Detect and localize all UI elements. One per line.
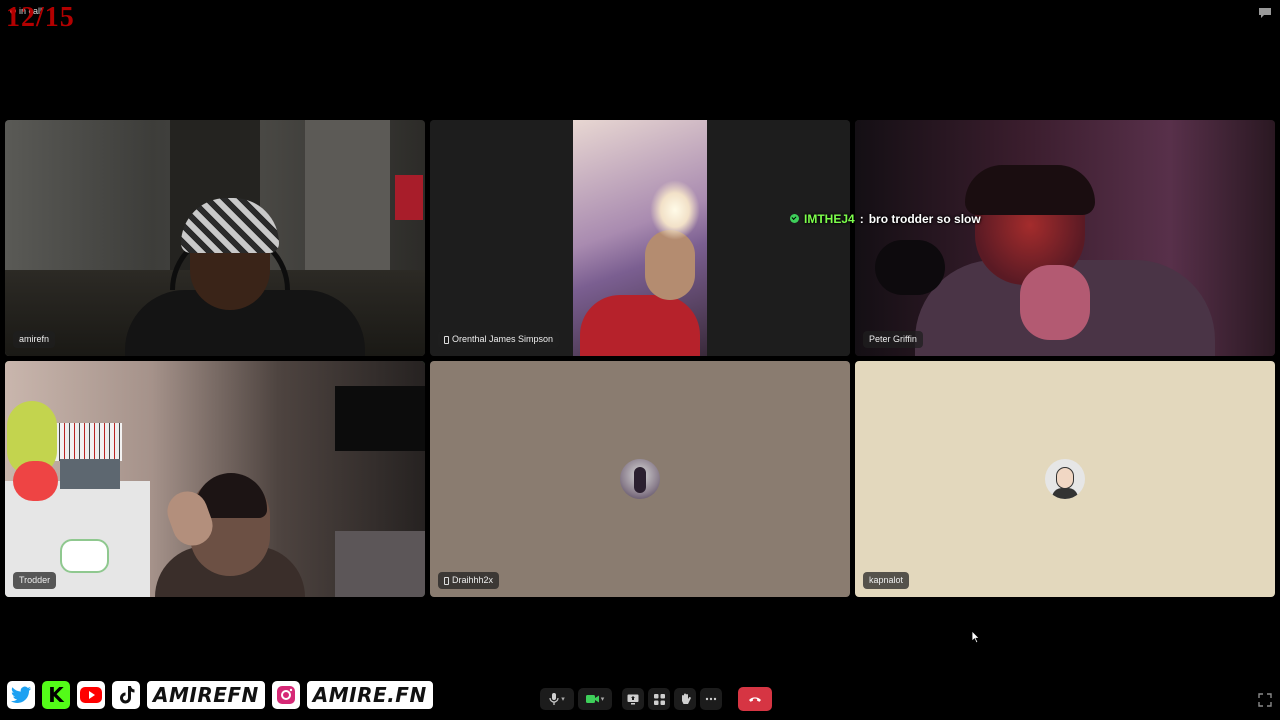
tiktok-icon: [110, 679, 142, 711]
participant-name-tag: Orenthal James Simpson: [438, 331, 560, 348]
video-feed-detail: [60, 459, 120, 489]
participant-name: kapnalot: [869, 575, 904, 585]
microphone-button[interactable]: ▾: [540, 688, 574, 710]
fullscreen-icon[interactable]: [1258, 693, 1272, 707]
participant-avatar: [1045, 459, 1085, 499]
video-feed-detail: [335, 386, 425, 451]
end-call-icon: [749, 697, 761, 702]
participant-name: Trodder: [19, 575, 51, 585]
more-options-icon: [705, 697, 717, 701]
video-feed-person: [1020, 265, 1090, 340]
participant-name-tag: Draihhh2x: [438, 572, 500, 589]
camera-icon: [585, 695, 599, 703]
participant-tile-peter-griffin[interactable]: Peter Griffin: [855, 120, 1275, 356]
participant-name: Peter Griffin: [869, 334, 917, 344]
microphone-icon: [549, 693, 559, 705]
video-feed-detail: [335, 531, 425, 597]
participant-tile-trodder[interactable]: Trodder: [5, 361, 425, 597]
chevron-down-icon[interactable]: ▾: [561, 695, 565, 703]
social-banner: K AMIREFN AMIRE.FN: [5, 677, 435, 713]
raise-hand-icon: [681, 693, 691, 704]
counter-overlay: 12/15: [6, 2, 75, 33]
participant-name: Draihhh2x: [452, 575, 494, 585]
social-handle-primary: AMIREFN: [145, 679, 267, 711]
participant-tile-kapnalot[interactable]: kapnalot: [855, 361, 1275, 597]
chat-overlay-message: IMTHEJ4 : bro trodder so slow: [790, 209, 981, 228]
instagram-icon: [269, 679, 302, 711]
chat-message-text: bro trodder so slow: [868, 211, 981, 226]
participant-name: amirefn: [19, 334, 50, 344]
twitter-icon: [5, 679, 37, 711]
participant-name: Orenthal James Simpson: [452, 334, 554, 344]
participant-name-tag: Trodder: [13, 572, 57, 589]
video-feed-detail: [305, 120, 390, 290]
chevron-down-icon[interactable]: ▾: [601, 695, 605, 703]
end-call-button[interactable]: [738, 687, 772, 711]
social-handle-instagram: AMIRE.FN: [304, 679, 435, 711]
screen-share-icon: [627, 694, 639, 704]
participant-tile-orenthal[interactable]: Orenthal James Simpson: [430, 120, 850, 356]
video-feed-detail: [60, 539, 109, 573]
kick-icon: K: [40, 679, 72, 711]
verified-badge-icon: [790, 214, 799, 223]
call-controls-bar: ▾ ▾: [540, 687, 772, 711]
apps-button[interactable]: [648, 688, 670, 710]
participant-name-tag: kapnalot: [863, 572, 910, 589]
chat-separator: :: [859, 211, 864, 226]
video-feed-detail: [13, 461, 58, 501]
apps-icon: [653, 693, 665, 705]
participant-name-tag: Peter Griffin: [863, 331, 923, 348]
raise-hand-button[interactable]: [674, 688, 696, 710]
participant-name-tag: amirefn: [13, 331, 56, 348]
video-feed-light: [650, 180, 700, 240]
more-options-button[interactable]: [700, 688, 722, 710]
youtube-icon: [75, 679, 107, 711]
mobile-phone-icon: [444, 335, 449, 344]
chat-bubble-icon[interactable]: [1258, 6, 1272, 18]
participant-avatar: [620, 459, 660, 499]
video-feed-detail: [50, 423, 122, 461]
mobile-phone-icon: [444, 576, 449, 585]
mouse-cursor-icon: [971, 630, 981, 644]
video-feed-person: [965, 165, 1095, 215]
video-feed-person: [580, 295, 700, 356]
screen-share-button[interactable]: [622, 688, 644, 710]
camera-button[interactable]: ▾: [578, 688, 612, 710]
participant-tile-amirefn[interactable]: amirefn: [5, 120, 425, 356]
video-feed-person: [645, 230, 695, 300]
chat-username: IMTHEJ4: [804, 211, 855, 226]
video-feed-microphone: [875, 240, 945, 295]
participant-tile-draihhh2x[interactable]: Draihhh2x: [430, 361, 850, 597]
video-feed-detail: [395, 175, 423, 220]
